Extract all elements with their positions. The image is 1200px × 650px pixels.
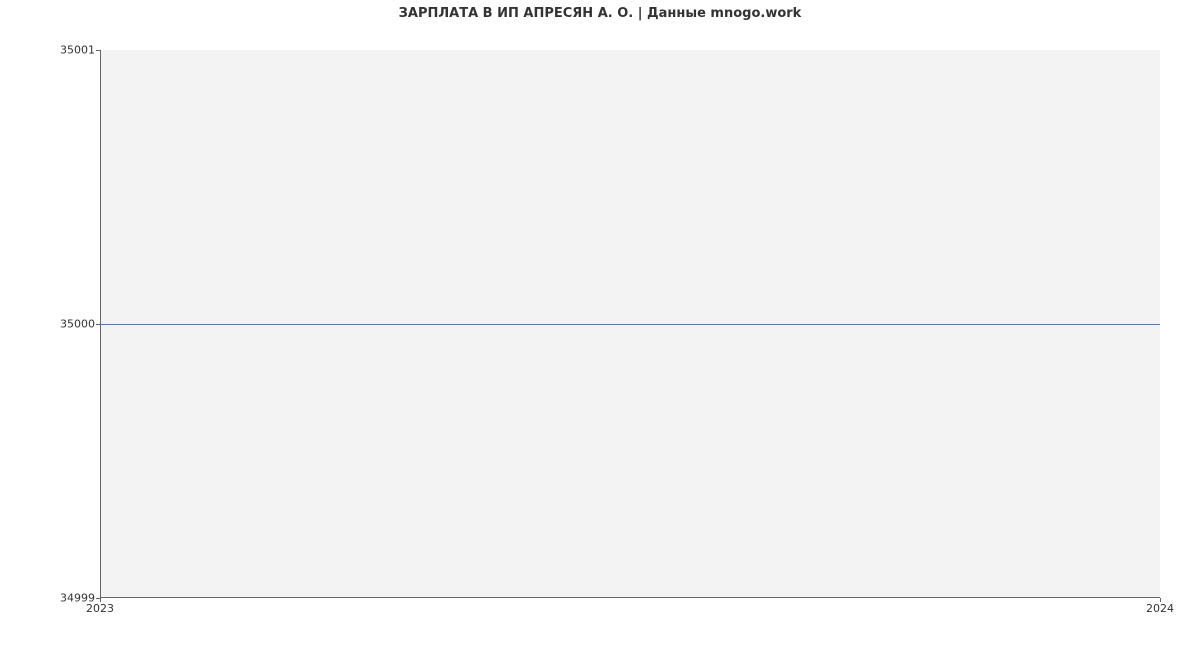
y-tick-label: 35001 — [55, 44, 95, 57]
x-tick-label: 2023 — [86, 602, 114, 615]
y-tick-label: 35000 — [55, 318, 95, 331]
x-tick-mark — [100, 598, 101, 602]
x-tick-label: 2024 — [1146, 602, 1174, 615]
y-tick-mark — [96, 50, 100, 51]
chart-title: ЗАРПЛАТА В ИП АПРЕСЯН А. О. | Данные mno… — [0, 6, 1200, 21]
data-series-line — [100, 324, 1160, 325]
salary-line-chart: ЗАРПЛАТА В ИП АПРЕСЯН А. О. | Данные mno… — [0, 0, 1200, 650]
x-tick-mark — [1160, 598, 1161, 602]
